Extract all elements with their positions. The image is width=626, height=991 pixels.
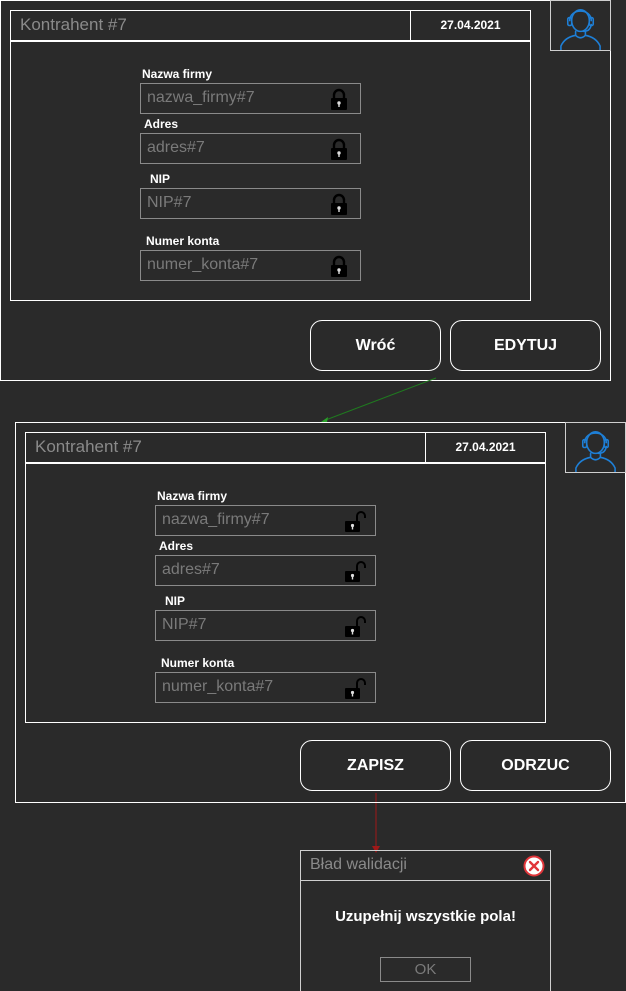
user-avatar-icon — [575, 431, 616, 472]
screen2-field-nip[interactable]: NIP#7 — [155, 610, 376, 641]
screen2-label-company: Nazwa firmy — [157, 489, 228, 503]
connector-line — [322, 377, 437, 422]
reject-button[interactable]: ODRZUC — [460, 740, 611, 791]
field-value: NIP#7 — [162, 616, 207, 633]
padlock-unlocked-icon — [345, 511, 366, 532]
dialog-message: Uzupełnij wszystkie pola! — [335, 908, 516, 925]
field-value: adres#7 — [162, 561, 220, 578]
dialog-title: Bład walidacji — [310, 856, 407, 873]
screen2-field-company[interactable]: nazwa_firmy#7 — [155, 505, 376, 536]
field-value: numer_konta#7 — [162, 678, 274, 695]
screen2-title: Kontrahent #7 — [35, 437, 142, 456]
close-circle-icon[interactable] — [523, 855, 545, 877]
padlock-unlocked-icon — [345, 678, 366, 699]
screen2-label-nip: NIP — [165, 594, 186, 608]
screen2-field-address[interactable]: adres#7 — [155, 555, 376, 586]
field-value: nazwa_firmy#7 — [162, 511, 270, 528]
padlock-unlocked-icon — [345, 561, 366, 582]
screen2-avatar[interactable] — [565, 422, 626, 473]
screen2-date: 27.04.2021 — [455, 440, 516, 454]
screen2-label-account: Numer konta — [161, 656, 235, 670]
screen2-field-account[interactable]: numer_konta#7 — [155, 672, 376, 703]
save-button[interactable]: ZAPISZ — [300, 740, 451, 791]
padlock-unlocked-icon — [345, 616, 366, 637]
dialog-ok-button[interactable]: OK — [380, 957, 471, 982]
screen2-label-address: Adres — [159, 539, 194, 553]
